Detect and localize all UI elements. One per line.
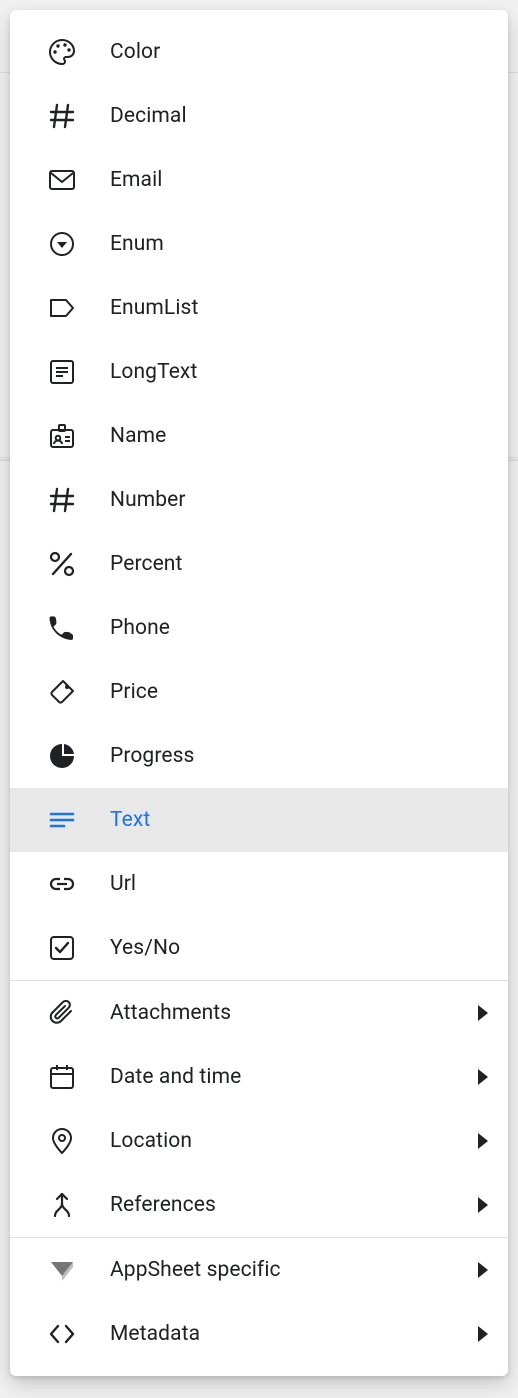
menu-item-yes-no[interactable]: Yes/No [10,916,508,980]
hash-icon [48,102,76,130]
menu-item-label: Decimal [110,104,187,128]
menu-item-color[interactable]: Color [10,20,508,84]
notes-icon [48,806,76,834]
menu-item-label: Url [110,872,136,896]
chevron-right-icon [478,1133,488,1149]
menu-item-label: Number [110,488,186,512]
menu-item-enum[interactable]: Enum [10,212,508,276]
menu-item-references[interactable]: References [10,1173,508,1237]
menu-item-decimal[interactable]: Decimal [10,84,508,148]
menu-item-label: Price [110,680,158,704]
chevron-right-icon [478,1005,488,1021]
menu-item-location[interactable]: Location [10,1109,508,1173]
hash-icon [48,486,76,514]
menu-item-text[interactable]: Text [10,788,508,852]
percent-icon [48,550,76,578]
checkbox-icon [48,934,76,962]
chevron-right-icon [478,1262,488,1278]
menu-item-attachments[interactable]: Attachments [10,981,508,1045]
article-icon [48,358,76,386]
phone-icon [48,614,76,642]
menu-item-label: Phone [110,616,170,640]
chevron-right-icon [478,1326,488,1342]
menu-item-label: Date and time [110,1065,241,1089]
menu-item-label: Percent [110,552,182,576]
type-picker-menu[interactable]: Color Decimal Email Enum EnumList LongText Nam… [10,10,508,1376]
menu-item-label: Location [110,1129,192,1153]
menu-item-label: Name [110,424,166,448]
chevron-right-icon [478,1197,488,1213]
link-icon [48,870,76,898]
menu-item-date-and-time[interactable]: Date and time [10,1045,508,1109]
enum-icon [48,230,76,258]
menu-item-label: Text [110,808,150,832]
menu-item-label: Yes/No [110,936,180,960]
menu-item-url[interactable]: Url [10,852,508,916]
menu-item-enumlist[interactable]: EnumList [10,276,508,340]
attachment-icon [48,999,76,1027]
menu-item-label: References [110,1193,216,1217]
menu-item-metadata[interactable]: Metadata [10,1302,508,1366]
appsheet-icon [48,1256,76,1284]
menu-item-label: EnumList [110,296,198,320]
location-icon [48,1127,76,1155]
menu-item-label: AppSheet specific [110,1258,281,1282]
menu-item-label: Metadata [110,1322,200,1346]
menu-item-label: Attachments [110,1001,231,1025]
calendar-icon [48,1063,76,1091]
tag-icon [48,678,76,706]
menu-item-label: LongText [110,360,197,384]
menu-item-price[interactable]: Price [10,660,508,724]
badge-icon [48,422,76,450]
label-icon [48,294,76,322]
palette-icon [48,38,76,66]
menu-item-name[interactable]: Name [10,404,508,468]
menu-item-phone[interactable]: Phone [10,596,508,660]
email-icon [48,166,76,194]
code-icon [48,1320,76,1348]
menu-item-label: Progress [110,744,194,768]
pie-icon [48,742,76,770]
menu-item-label: Enum [110,232,164,256]
menu-item-appsheet-specific[interactable]: AppSheet specific [10,1238,508,1302]
chevron-right-icon [478,1069,488,1085]
menu-item-number[interactable]: Number [10,468,508,532]
menu-item-longtext[interactable]: LongText [10,340,508,404]
menu-item-progress[interactable]: Progress [10,724,508,788]
menu-item-percent[interactable]: Percent [10,532,508,596]
merge-icon [48,1191,76,1219]
menu-item-label: Email [110,168,163,192]
menu-item-email[interactable]: Email [10,148,508,212]
menu-item-label: Color [110,40,160,64]
